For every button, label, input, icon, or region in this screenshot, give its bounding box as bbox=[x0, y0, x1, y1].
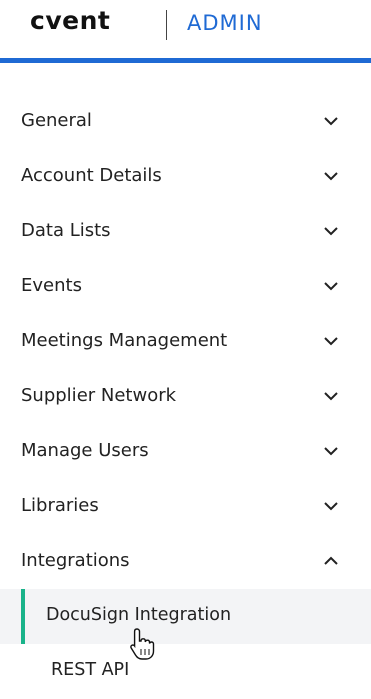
nav-item-integrations[interactable]: Integrations bbox=[0, 534, 371, 589]
nav-item-label: Integrations bbox=[21, 550, 130, 571]
nav-item-account-details[interactable]: Account Details bbox=[0, 149, 371, 204]
nav-item-label: Libraries bbox=[21, 495, 99, 516]
nav-item-meetings-management[interactable]: Meetings Management bbox=[0, 314, 371, 369]
nav-item-manage-users[interactable]: Manage Users bbox=[0, 424, 371, 479]
nav-item-data-lists[interactable]: Data Lists bbox=[0, 204, 371, 259]
nav-item-supplier-network[interactable]: Supplier Network bbox=[0, 369, 371, 424]
chevron-down-icon bbox=[324, 282, 338, 291]
chevron-down-icon bbox=[324, 447, 338, 456]
chevron-down-icon bbox=[324, 172, 338, 181]
sub-item-label: REST API bbox=[51, 660, 130, 680]
chevron-down-icon bbox=[324, 117, 338, 126]
nav-item-label: Manage Users bbox=[21, 440, 149, 461]
nav-item-events[interactable]: Events bbox=[0, 259, 371, 314]
hand-pointer-icon bbox=[130, 628, 155, 660]
nav-item-label: Meetings Management bbox=[21, 330, 228, 351]
section-title: ADMIN bbox=[187, 11, 263, 35]
header-accent-bar bbox=[0, 58, 371, 63]
app-header: cvent ADMIN bbox=[0, 0, 371, 58]
chevron-down-icon bbox=[324, 392, 338, 401]
sub-item-label: DocuSign Integration bbox=[46, 605, 232, 625]
nav-item-label: Account Details bbox=[21, 165, 162, 186]
nav-item-label: Supplier Network bbox=[21, 385, 177, 406]
nav-item-general[interactable]: General bbox=[0, 94, 371, 149]
cvent-logo[interactable]: cvent bbox=[30, 6, 110, 35]
nav-item-label: Data Lists bbox=[21, 220, 111, 241]
nav-item-libraries[interactable]: Libraries bbox=[0, 479, 371, 534]
sub-item-docusign-integration[interactable]: DocuSign Integration bbox=[0, 589, 371, 644]
chevron-down-icon bbox=[324, 502, 338, 511]
header-divider bbox=[166, 10, 167, 40]
chevron-up-icon bbox=[324, 556, 338, 565]
sub-item-rest-api[interactable]: REST API bbox=[0, 644, 371, 699]
admin-nav: General Account Details Data Lists Event… bbox=[0, 94, 371, 699]
active-indicator bbox=[21, 589, 25, 644]
chevron-down-icon bbox=[324, 337, 338, 346]
chevron-down-icon bbox=[324, 227, 338, 236]
nav-item-label: General bbox=[21, 110, 92, 131]
nav-item-label: Events bbox=[21, 275, 82, 296]
